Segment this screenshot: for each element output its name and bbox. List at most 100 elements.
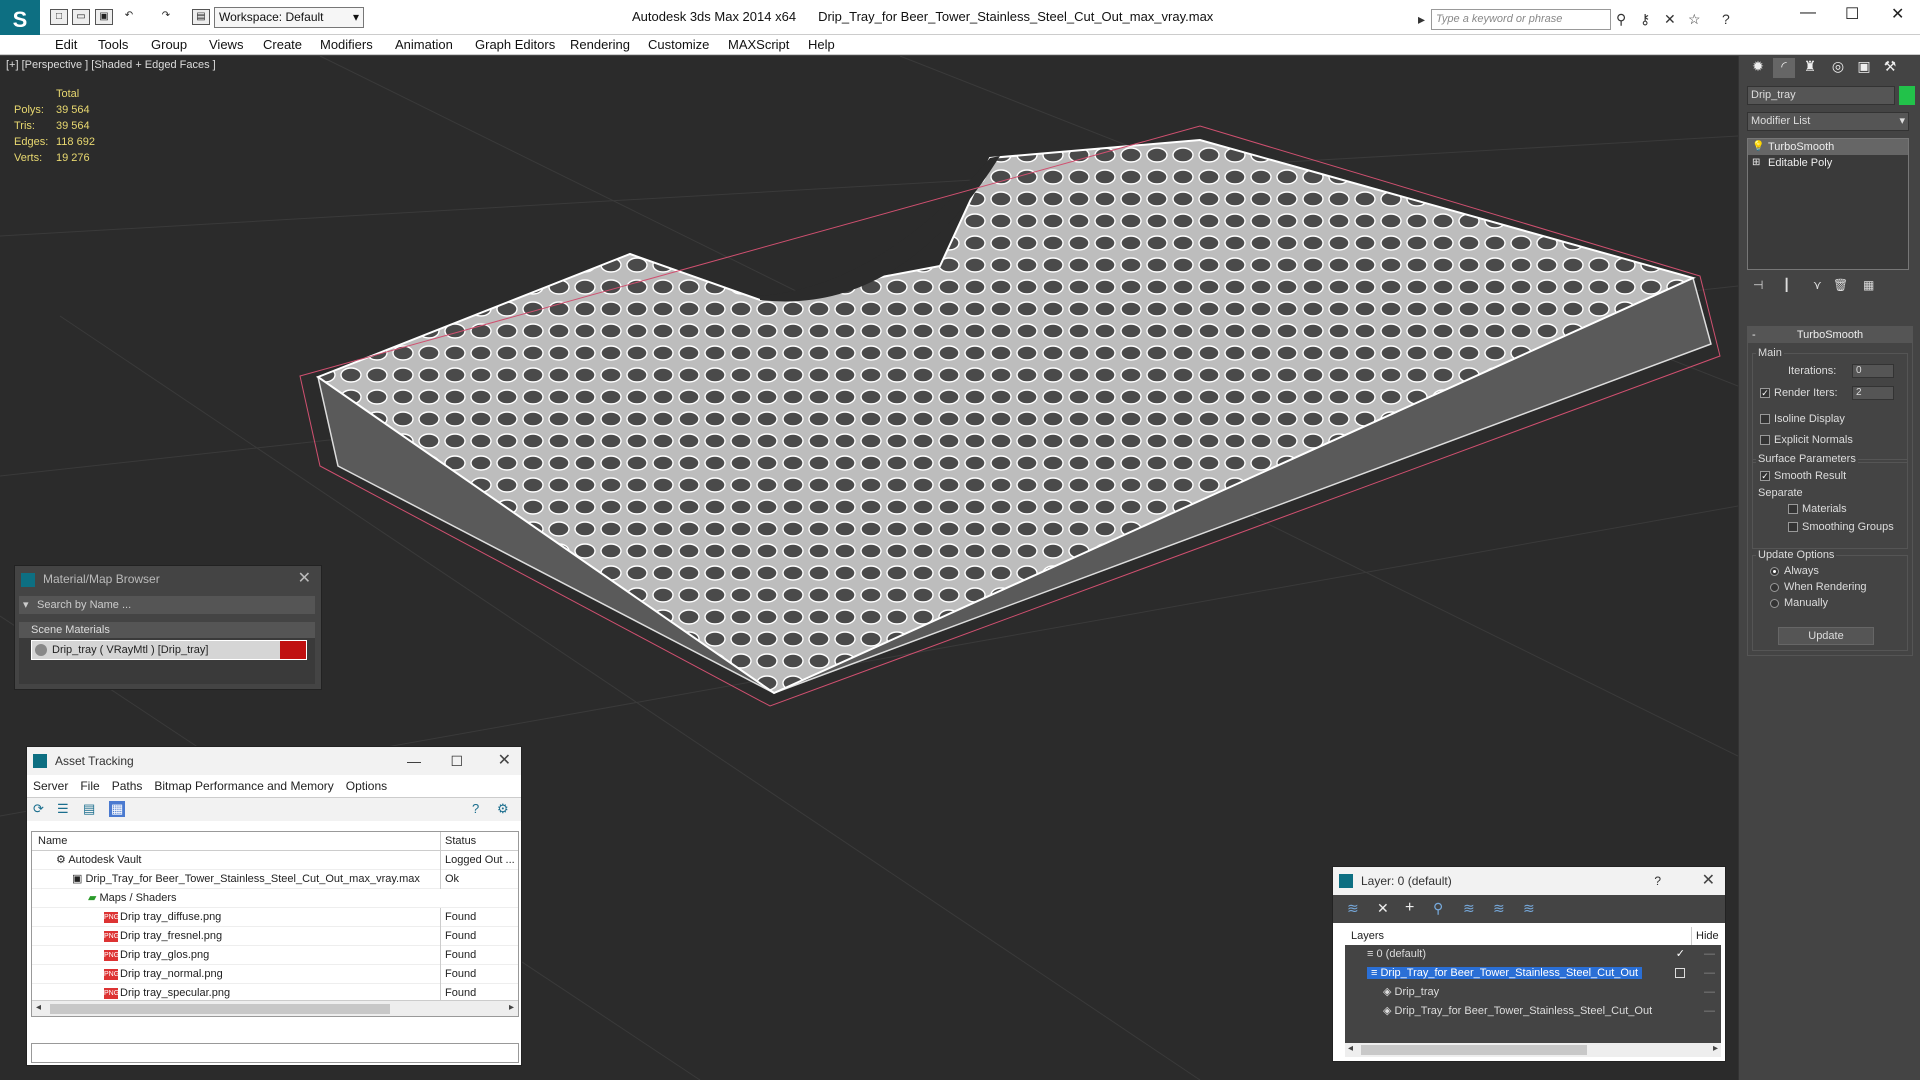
table-row[interactable]: PNGDrip tray_glos.png Found: [32, 946, 518, 965]
minimize-icon[interactable]: —: [1800, 4, 1816, 22]
filter-icon[interactable]: ▾: [23, 596, 29, 614]
hide-toggle-icon[interactable]: —: [1704, 945, 1715, 964]
create-tab-icon[interactable]: ✹: [1747, 58, 1769, 78]
close-icon[interactable]: ✕: [1891, 4, 1904, 24]
table-row[interactable]: PNGDrip tray_fresnel.png Found: [32, 927, 518, 946]
table-row[interactable]: ⚙ Autodesk Vault Logged Out ...: [32, 851, 518, 870]
menu-file[interactable]: File: [80, 779, 99, 793]
remove-modifier-icon[interactable]: 🗑: [1833, 278, 1848, 292]
horizontal-scrollbar[interactable]: ◂ ▸: [1345, 1043, 1721, 1057]
material-search-input[interactable]: ▾ Search by Name ...: [19, 596, 315, 614]
minimize-icon[interactable]: —: [407, 747, 421, 775]
stack-item-turbosmooth[interactable]: 💡 TurboSmooth: [1748, 139, 1908, 155]
render-iters-spinner[interactable]: 2: [1852, 386, 1894, 400]
hierarchy-tab-icon[interactable]: ♜: [1799, 58, 1821, 78]
refresh-icon[interactable]: ⟳: [33, 801, 44, 817]
motion-tab-icon[interactable]: ◎: [1827, 58, 1849, 78]
menu-animation[interactable]: Animation: [395, 37, 453, 52]
menu-options[interactable]: Options: [346, 779, 387, 793]
lightbulb-icon[interactable]: 💡: [1752, 139, 1764, 155]
table-row[interactable]: PNGDrip tray_diffuse.png Found: [32, 908, 518, 927]
workspace-dropdown[interactable]: Workspace: Default ▾: [214, 7, 364, 28]
active-layer-check-icon[interactable]: ✓: [1676, 945, 1685, 964]
scrollbar-thumb[interactable]: [50, 1004, 390, 1014]
binoculars-icon[interactable]: ⚲: [1616, 11, 1626, 28]
update-button[interactable]: Update: [1778, 627, 1874, 645]
object-name-field[interactable]: Drip_tray: [1747, 86, 1895, 105]
display-tab-icon[interactable]: ▣: [1853, 58, 1875, 78]
asset-path-field[interactable]: [31, 1043, 519, 1063]
layer-object-row[interactable]: ◈ Drip_tray —: [1345, 983, 1721, 1002]
delete-layer-icon[interactable]: ✕: [1377, 900, 1389, 917]
table-view-icon[interactable]: ▦: [109, 801, 126, 817]
menu-help[interactable]: Help: [808, 37, 835, 52]
menu-create[interactable]: Create: [263, 37, 302, 52]
hide-toggle-icon[interactable]: —: [1704, 1002, 1715, 1021]
close-icon[interactable]: ✕: [298, 566, 311, 592]
smooth-result-checkbox[interactable]: ✓: [1760, 471, 1770, 481]
create-layer-icon[interactable]: ≋: [1347, 900, 1359, 917]
thumbnail-view-icon[interactable]: ▤: [83, 801, 95, 817]
menu-paths[interactable]: Paths: [112, 779, 143, 793]
active-layer-box-icon[interactable]: [1675, 968, 1685, 978]
stack-item-editable-poly[interactable]: ⊞ Editable Poly: [1748, 155, 1908, 171]
horizontal-scrollbar[interactable]: ◂ ▸: [32, 1000, 518, 1016]
layer-row[interactable]: ≡ Drip_Tray_for Beer_Tower_Stainless_Ste…: [1345, 964, 1721, 983]
viewport-label[interactable]: [+] [Perspective ] [Shaded + Edged Faces…: [6, 59, 216, 71]
always-radio[interactable]: [1770, 567, 1779, 576]
new-file-icon[interactable]: □: [50, 9, 68, 25]
menu-customize[interactable]: Customize: [648, 37, 709, 52]
isoline-checkbox[interactable]: [1760, 414, 1770, 424]
iterations-spinner[interactable]: 0: [1852, 364, 1894, 378]
close-icon[interactable]: ✕: [1702, 867, 1715, 895]
save-file-icon[interactable]: ▣: [95, 9, 113, 25]
utilities-tab-icon[interactable]: ⚒: [1879, 58, 1901, 78]
layer-object-row[interactable]: ◈ Drip_Tray_for Beer_Tower_Stainless_Ste…: [1345, 1002, 1721, 1021]
pin-stack-icon[interactable]: ⊣: [1753, 278, 1763, 292]
explicit-normals-checkbox[interactable]: [1760, 435, 1770, 445]
open-file-icon[interactable]: ▭: [72, 9, 90, 25]
column-status[interactable]: Status: [440, 832, 520, 851]
menu-server[interactable]: Server: [33, 779, 68, 793]
manually-radio[interactable]: [1770, 599, 1779, 608]
menu-views[interactable]: Views: [209, 37, 243, 52]
freeze-all-layers-icon[interactable]: ≋: [1523, 900, 1535, 917]
undo-icon[interactable]: ↶: [120, 9, 138, 25]
help-icon[interactable]: ?: [1654, 867, 1661, 895]
menu-bitmap-performance[interactable]: Bitmap Performance and Memory: [154, 779, 333, 793]
search-input[interactable]: Type a keyword or phrase: [1431, 9, 1611, 30]
layer-row[interactable]: ≡ 0 (default) ✓ —: [1345, 945, 1721, 964]
close-icon[interactable]: ✕: [498, 747, 511, 775]
project-folder-icon[interactable]: ▤: [192, 9, 210, 25]
make-unique-icon[interactable]: ⋎: [1813, 278, 1822, 292]
menu-graph-editors[interactable]: Graph Editors: [475, 37, 555, 52]
column-name[interactable]: Name: [32, 832, 440, 851]
hide-toggle-icon[interactable]: —: [1704, 964, 1715, 983]
maximize-icon[interactable]: ☐: [450, 747, 463, 775]
scroll-right-icon[interactable]: ▸: [1713, 1043, 1718, 1054]
render-iters-checkbox[interactable]: ✓: [1760, 388, 1770, 398]
select-objects-icon[interactable]: ⚲: [1433, 900, 1443, 917]
menu-edit[interactable]: Edit: [55, 37, 77, 52]
object-color-swatch[interactable]: [1899, 86, 1915, 105]
key-icon[interactable]: ⚷: [1640, 11, 1650, 28]
modifier-list-dropdown[interactable]: Modifier List ▾: [1747, 112, 1909, 131]
rollout-header[interactable]: - TurboSmooth: [1748, 327, 1912, 343]
menu-tools[interactable]: Tools: [98, 37, 128, 52]
smoothing-groups-checkbox[interactable]: [1788, 522, 1798, 532]
scroll-right-icon[interactable]: ▸: [509, 1002, 514, 1013]
exchange-icon[interactable]: ✕: [1664, 11, 1676, 28]
scroll-left-icon[interactable]: ◂: [36, 1002, 41, 1013]
when-rendering-radio[interactable]: [1770, 583, 1779, 592]
maximize-icon[interactable]: ☐: [1845, 4, 1859, 24]
app-logo-icon[interactable]: S: [0, 0, 40, 40]
help-icon[interactable]: ?: [472, 801, 479, 816]
expand-icon[interactable]: ⊞: [1752, 155, 1760, 171]
modify-tab-icon[interactable]: ◜: [1773, 58, 1795, 78]
scene-materials-header[interactable]: Scene Materials: [19, 622, 315, 638]
list-view-icon[interactable]: ☰: [57, 801, 69, 817]
materials-checkbox[interactable]: [1788, 504, 1798, 514]
column-hide[interactable]: Hide: [1691, 927, 1721, 945]
column-layers[interactable]: Layers: [1351, 930, 1384, 942]
hide-toggle-icon[interactable]: —: [1704, 983, 1715, 1002]
